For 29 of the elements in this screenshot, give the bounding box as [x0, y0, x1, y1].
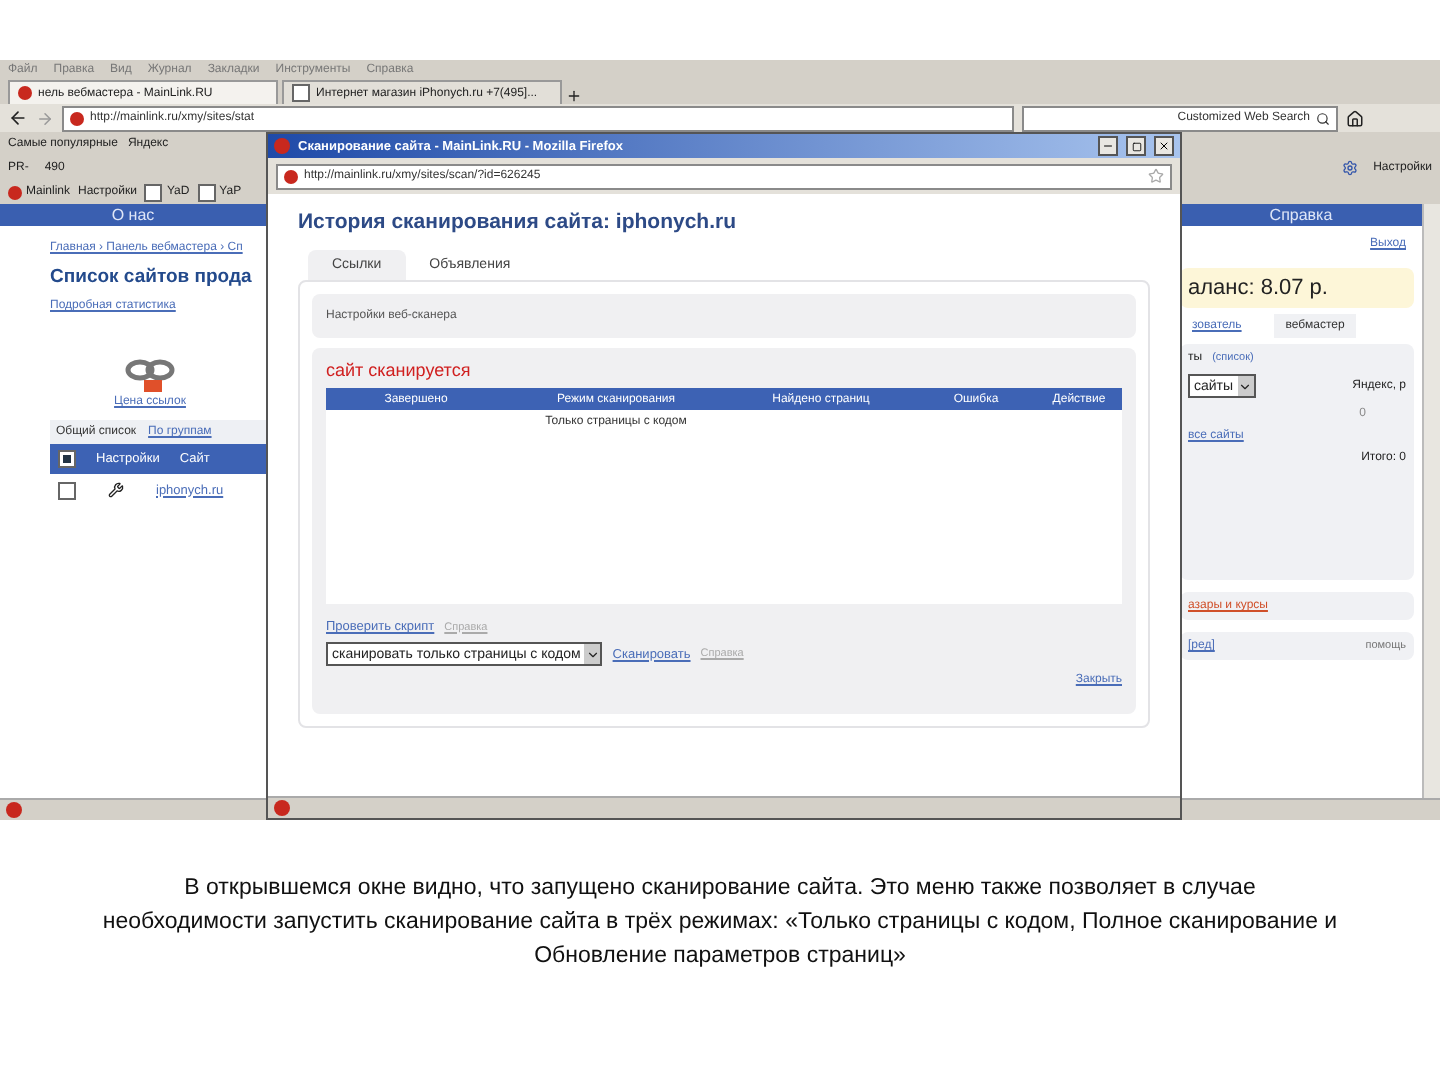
checkbox[interactable]: [144, 183, 163, 201]
checkbox[interactable]: [58, 481, 76, 499]
new-tab-icon[interactable]: [566, 88, 582, 104]
dropdown-icon: [585, 647, 600, 661]
maximize-icon[interactable]: [1126, 136, 1146, 156]
search-icon[interactable]: [1316, 111, 1330, 125]
site-logo-icon: [70, 111, 84, 125]
page-heading: Список сайтов прода: [50, 266, 254, 288]
back-icon[interactable]: [8, 108, 28, 128]
nav-tab[interactable]: Справка: [1180, 204, 1422, 226]
nav-tab[interactable]: О нас: [0, 204, 266, 226]
site-logo-icon: [284, 169, 298, 183]
caption-text: В открывшемся окне видно, что запущено сканирование сайта. Это меню также позволяет в случае необходимости запустить сканирование сайта в трёх режимах: «Только страницы с кодом, Полное сканирование и Обновление параметров страниц»: [100, 874, 1340, 972]
site-logo-icon: [18, 86, 32, 100]
minimize-icon[interactable]: [1098, 136, 1118, 156]
home-icon[interactable]: [1346, 109, 1364, 127]
addon-icon: [6, 802, 22, 818]
wrench-icon[interactable]: [108, 482, 124, 498]
checkbox[interactable]: [197, 183, 216, 201]
page-icon: [292, 84, 310, 102]
checkbox[interactable]: [58, 450, 76, 468]
balance-text: аланс: 8.07 р.: [1188, 276, 1330, 300]
dialog-heading: История сканирования сайта: iphonych.ru: [298, 210, 739, 234]
dropdown-icon: [1238, 379, 1253, 393]
star-icon[interactable]: [1148, 168, 1164, 184]
scan-status: сайт сканируется: [326, 360, 473, 380]
addon-icon: [274, 800, 290, 816]
close-icon[interactable]: [1154, 136, 1174, 156]
settings-icon[interactable]: [1341, 159, 1358, 175]
